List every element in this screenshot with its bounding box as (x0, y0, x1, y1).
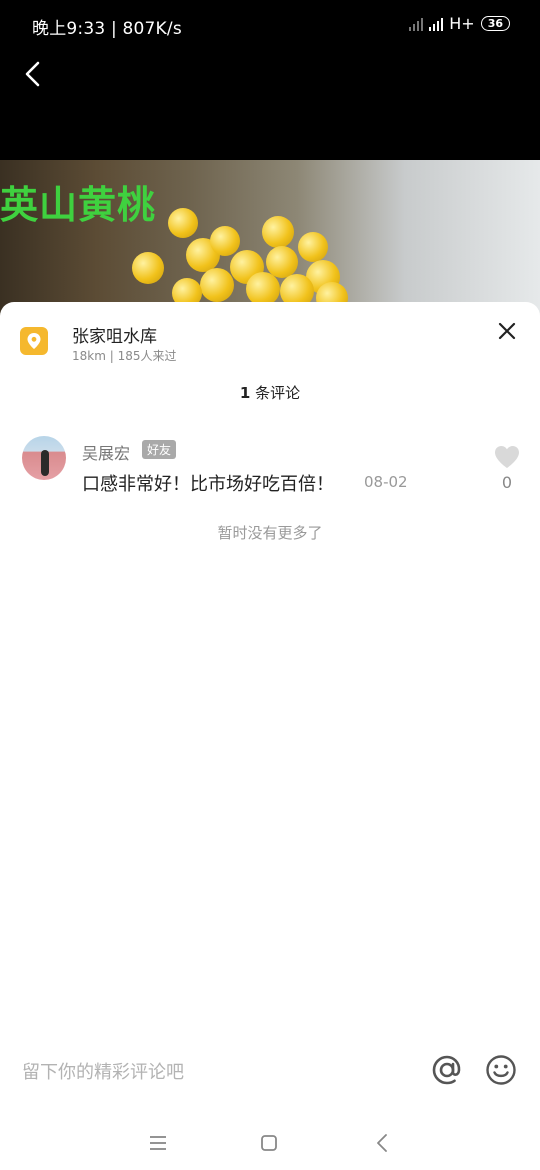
home-square-icon[interactable] (260, 1134, 278, 1152)
emoji-icon[interactable] (484, 1053, 518, 1087)
status-time-speed: 晚上9:33 | 807K/s (32, 19, 182, 39)
battery-indicator: 36 (480, 16, 510, 31)
comment-count-suffix: 条评论 (250, 384, 301, 402)
network-type: H+ (449, 14, 475, 33)
signal-icon (409, 17, 424, 31)
menu-icon[interactable] (148, 1134, 168, 1152)
comment-sheet: 张家咀水库 18km | 185人来过 1 条评论 吴展宏 好友 口感非常好！比… (0, 302, 540, 1170)
friend-badge: 好友 (142, 440, 177, 459)
comment-username[interactable]: 吴展宏 (82, 440, 130, 464)
heart-icon[interactable] (493, 444, 521, 470)
at-icon[interactable] (430, 1053, 464, 1087)
peach-image (246, 272, 280, 306)
no-more-text: 暂时没有更多了 (217, 524, 323, 542)
status-indicators: H+ 36 (409, 14, 510, 33)
peach-image (168, 208, 198, 238)
comment-count-header: 1 条评论 (0, 382, 540, 403)
peach-image (200, 268, 234, 302)
like-count: 0 (501, 473, 513, 492)
video-preview[interactable]: 英山黄桃 (0, 160, 540, 320)
back-arrow-icon[interactable] (22, 60, 44, 88)
comment-text: 口感非常好！比市场好吃百倍！ (82, 474, 334, 495)
status-bar: 晚上9:33 | 807K/s H+ 36 (0, 0, 540, 50)
close-icon[interactable] (496, 320, 518, 342)
comment-item: 吴展宏 好友 口感非常好！比市场好吃百倍！ 08-02 0 (0, 432, 540, 502)
peach-image (210, 226, 240, 256)
peach-image (132, 252, 164, 284)
avatar[interactable] (22, 436, 66, 480)
location-name[interactable]: 张家咀水库 (72, 322, 157, 347)
system-nav-bar (0, 1122, 540, 1170)
comment-date: 08-02 (364, 473, 408, 491)
peach-image (262, 216, 294, 248)
signal-strong-icon (429, 17, 444, 31)
comment-input[interactable]: 留下你的精彩评论吧 (22, 1058, 184, 1084)
location-meta: 18km | 185人来过 (72, 349, 177, 363)
location-pin-icon (20, 327, 48, 355)
peach-image (298, 232, 328, 262)
comment-count: 1 (239, 384, 251, 402)
nav-back-icon[interactable] (374, 1132, 390, 1154)
video-caption: 英山黄桃 (0, 183, 157, 227)
